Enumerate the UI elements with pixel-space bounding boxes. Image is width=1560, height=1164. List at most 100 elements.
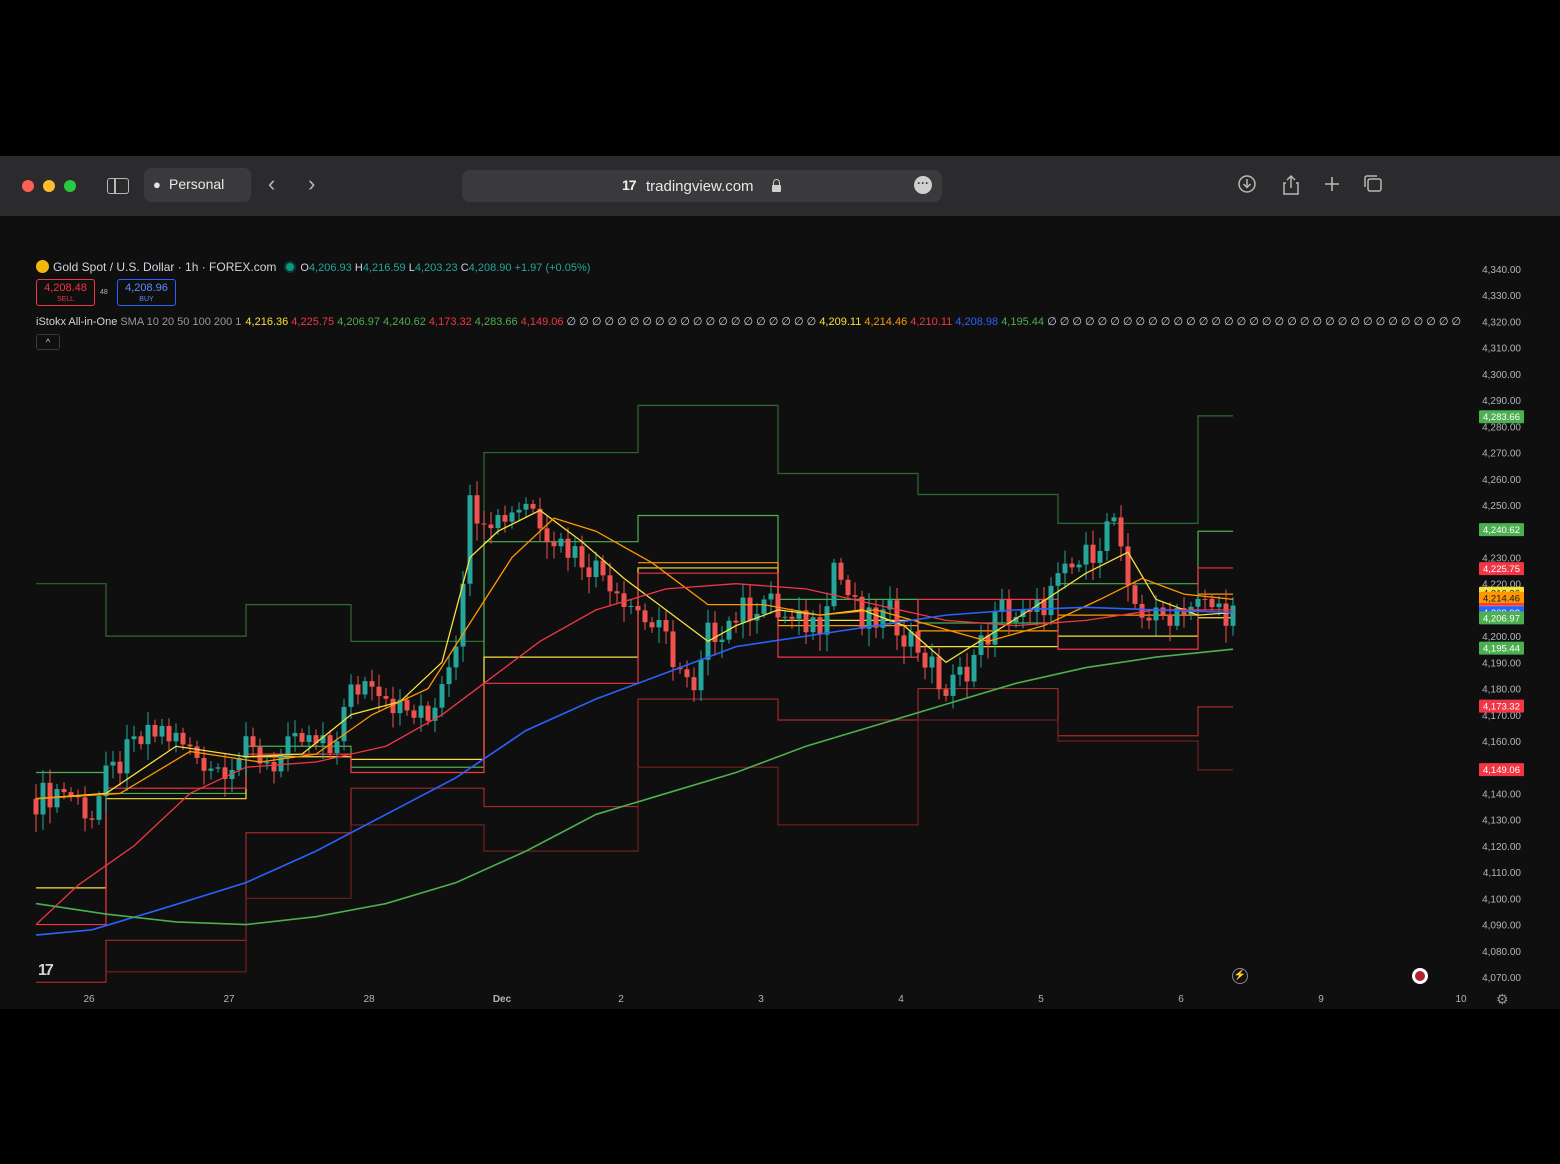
candle-body: [621, 593, 627, 607]
y-axis-tick-label: 4,180.00: [1482, 685, 1521, 696]
candle-body: [733, 620, 739, 623]
candle-body: [656, 620, 662, 628]
candle-body: [901, 635, 907, 647]
forward-icon[interactable]: ›: [308, 170, 315, 198]
collapse-legend-button[interactable]: ^: [36, 334, 60, 350]
x-axis-tick-label: 28: [363, 994, 375, 1005]
y-axis-tick-label: 4,260.00: [1482, 475, 1521, 486]
moving-average-line: [35, 648, 1234, 926]
candle-body: [691, 677, 697, 691]
download-icon[interactable]: [1236, 174, 1258, 196]
y-axis-tick-label: 4,130.00: [1482, 816, 1521, 827]
candle-body: [61, 788, 67, 793]
candle-body: [838, 562, 844, 580]
candle-body: [957, 666, 963, 675]
zoom-window-button[interactable]: [64, 180, 76, 192]
indicator-legend[interactable]: iStokx All-in-One SMA 10 20 50 100 200 1 4…: [36, 315, 1461, 328]
candle-body: [502, 515, 508, 522]
candle-body: [166, 725, 172, 742]
indicator-value: ∅ ∅ ∅ ∅ ∅ ∅ ∅ ∅ ∅ ∅ ∅ ∅ ∅ ∅ ∅ ∅ ∅ ∅ ∅ ∅: [566, 316, 820, 328]
indicator-value: 4,209.11: [819, 316, 865, 328]
candle-body: [1195, 598, 1201, 607]
y-axis-tick-label: 4,140.00: [1482, 789, 1521, 800]
candle-body: [467, 495, 473, 584]
candle-body: [1230, 605, 1236, 626]
site-logo-icon: 17: [622, 177, 637, 193]
x-axis-tick-label: 27: [223, 994, 235, 1005]
y-axis-tick-label: 4,200.00: [1482, 632, 1521, 643]
flag-icon[interactable]: [1412, 968, 1428, 984]
tradingview-logo-icon[interactable]: 17: [38, 962, 54, 980]
candle-body: [1055, 573, 1061, 586]
buy-label: BUY: [139, 296, 154, 303]
sidebar-toggle-icon[interactable]: [107, 178, 129, 194]
candle-body: [614, 591, 620, 594]
price-chart[interactable]: 4,340.00 4,330.00 4,320.00 4,310.00 4,300.00…: [0, 216, 1560, 1009]
sell-button[interactable]: 4,208.48 SELL: [36, 279, 95, 306]
y-axis-tick-label: 4,290.00: [1482, 396, 1521, 407]
indicator-value: 4,225.75: [291, 316, 338, 328]
candle-body: [355, 684, 361, 695]
browser-titlebar: ● Personal ‹ › 17 tradingview.com ···: [0, 156, 1560, 217]
candle-body: [551, 542, 557, 547]
candle-body: [1076, 564, 1082, 568]
indicator-value: 4,240.62: [383, 316, 429, 328]
candle-body: [1048, 585, 1054, 616]
candle-body: [964, 666, 970, 682]
candle-body: [131, 736, 137, 740]
indicator-params: SMA 10 20 50 100 200 1: [120, 316, 242, 328]
candle-body: [747, 597, 753, 621]
y-axis-tick-label: 4,110.00: [1483, 868, 1522, 879]
candle-body: [607, 575, 613, 592]
candle-body: [439, 684, 445, 708]
indicator-name[interactable]: iStokx All-in-One: [36, 316, 117, 328]
candle-body: [950, 674, 956, 696]
candle-body: [453, 646, 459, 668]
candle-body: [1083, 544, 1089, 565]
candle-body: [243, 736, 249, 758]
y-axis-tick-label: 4,340.00: [1482, 265, 1521, 276]
candle-body: [1209, 598, 1215, 608]
indicator-value: 4,195.44: [1001, 316, 1048, 328]
address-bar[interactable]: 17 tradingview.com ···: [462, 170, 942, 202]
candle-body: [649, 622, 655, 628]
y-axis-tick-label: 4,080.00: [1482, 947, 1521, 958]
indicator-value: 4,214.46: [864, 316, 911, 328]
bolt-icon[interactable]: ⚡: [1232, 968, 1248, 984]
more-options-icon[interactable]: ···: [914, 176, 932, 194]
candle-body: [264, 761, 270, 764]
candle-body: [306, 735, 312, 742]
tab-overview-icon[interactable]: [1362, 174, 1384, 196]
back-icon[interactable]: ‹: [268, 170, 275, 198]
moving-average-line: [35, 583, 1233, 926]
candle-body: [943, 689, 949, 696]
candle-body: [936, 656, 942, 690]
symbol-title[interactable]: Gold Spot / U.S. Dollar · 1h · FOREX.com: [53, 260, 276, 274]
candle-body: [404, 699, 410, 711]
candle-body: [530, 503, 536, 509]
spread-value: 48: [100, 289, 108, 296]
profile-button[interactable]: ● Personal: [144, 168, 251, 202]
share-icon[interactable]: [1280, 174, 1302, 196]
candle-body: [474, 495, 480, 524]
close-window-button[interactable]: [22, 180, 34, 192]
candle-body: [180, 732, 186, 745]
price-badge-label: 4,225.75: [1483, 564, 1520, 575]
buy-button[interactable]: 4,208.96 BUY: [117, 279, 176, 306]
y-axis-tick-label: 4,190.00: [1482, 658, 1521, 669]
new-tab-icon[interactable]: [1321, 174, 1343, 196]
x-axis-tick-label: 9: [1318, 994, 1324, 1005]
candle-body: [761, 599, 767, 614]
candle-body: [1146, 617, 1152, 621]
y-axis-tick-label: 4,120.00: [1482, 842, 1521, 853]
candle-body: [1132, 585, 1138, 604]
candle-body: [82, 797, 88, 819]
candle-body: [208, 768, 214, 771]
gold-symbol-icon: [36, 260, 49, 273]
minimize-window-button[interactable]: [43, 180, 55, 192]
candle-body: [894, 600, 900, 636]
candle-body: [187, 744, 193, 747]
candle-body: [670, 631, 676, 668]
gear-icon[interactable]: ⚙: [1496, 991, 1509, 1008]
indicator-value: 4,210.11: [910, 316, 956, 328]
